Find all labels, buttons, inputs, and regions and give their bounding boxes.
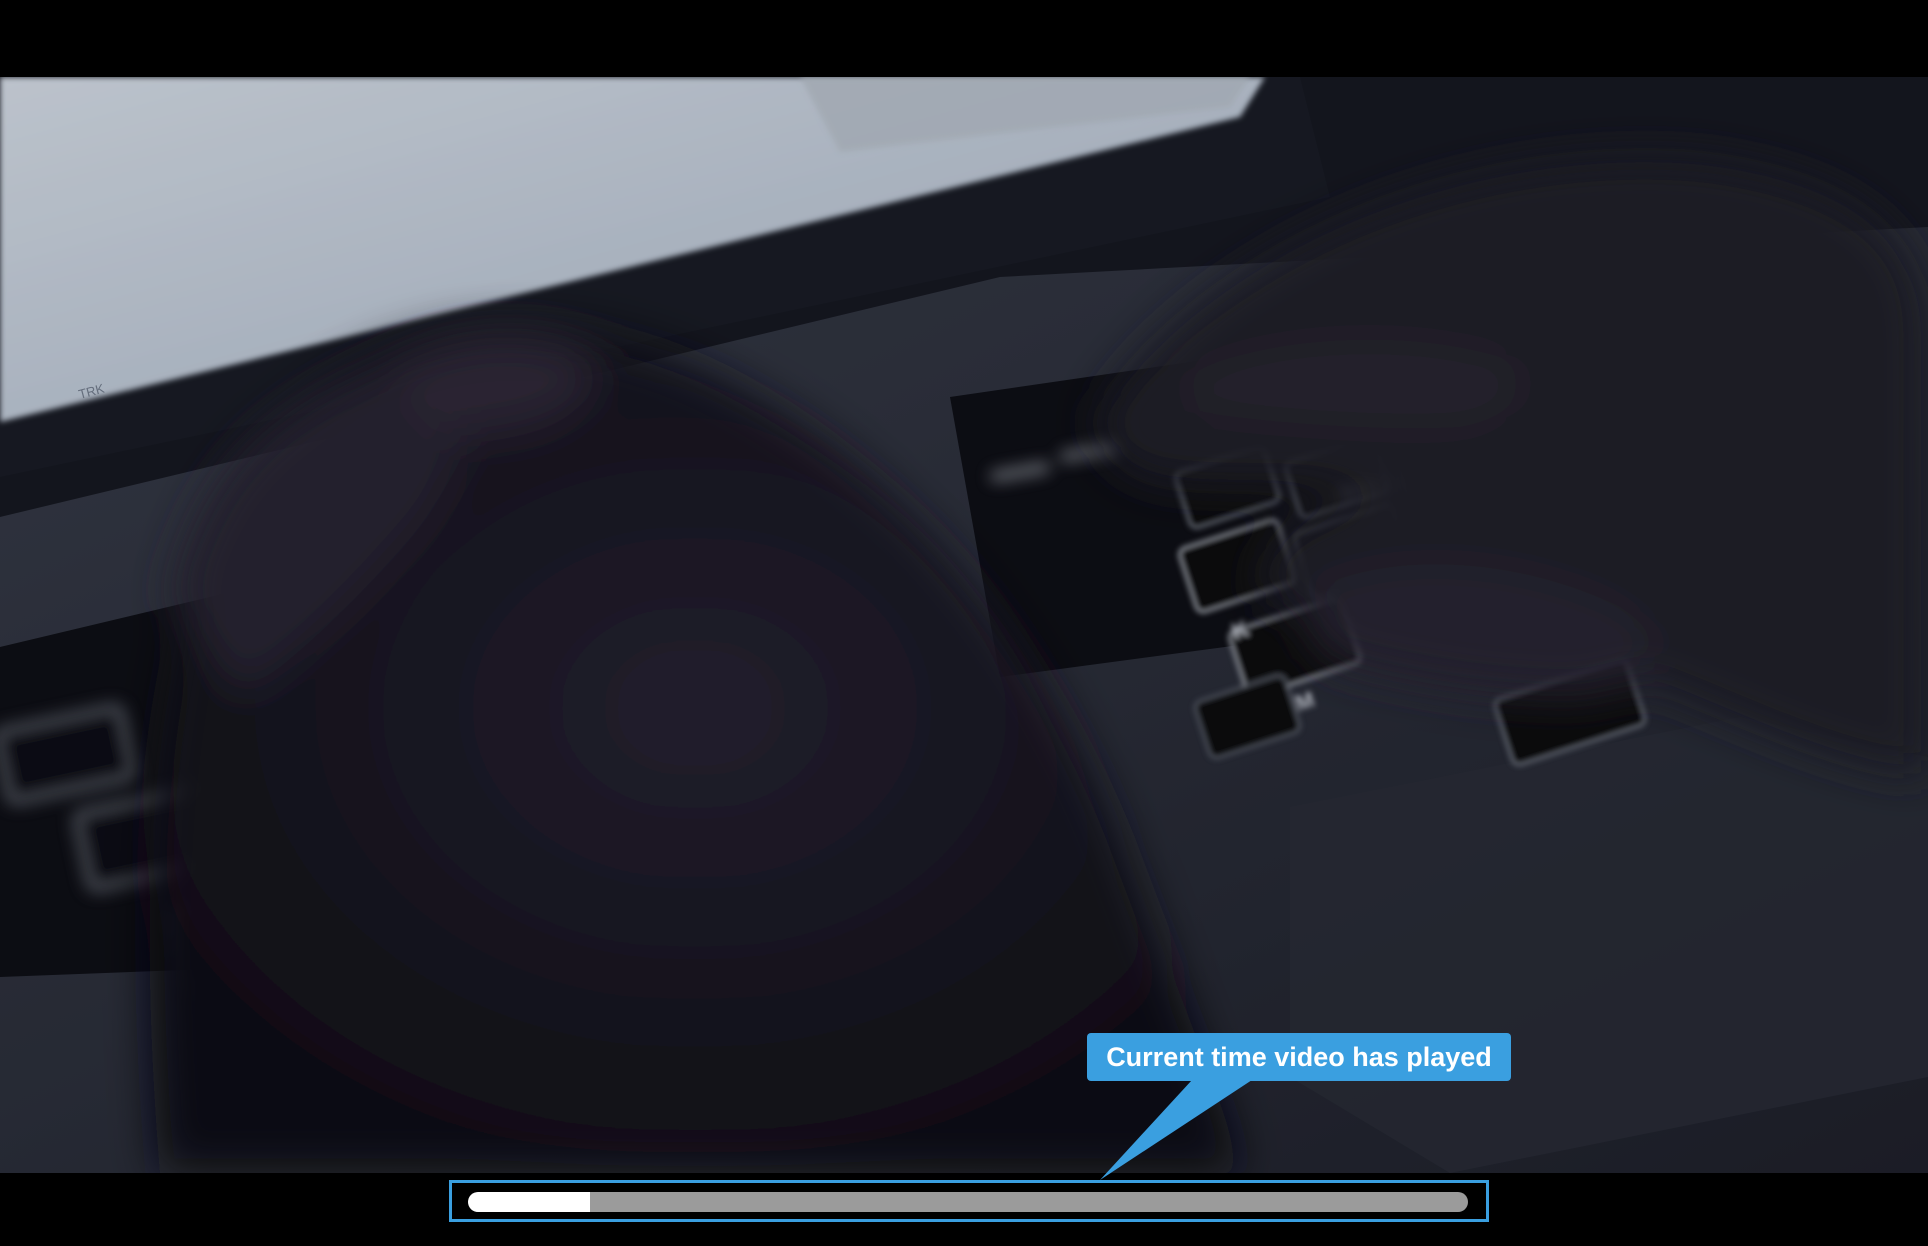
annotation-callout: Current time video has played [1087,1033,1511,1081]
video-progress-bar[interactable] [468,1192,1468,1212]
video-frame[interactable]: TRK K M [0,77,1928,1173]
video-still: TRK K M [0,77,1928,1173]
top-letterbox [0,0,1928,77]
progress-played [468,1192,590,1212]
